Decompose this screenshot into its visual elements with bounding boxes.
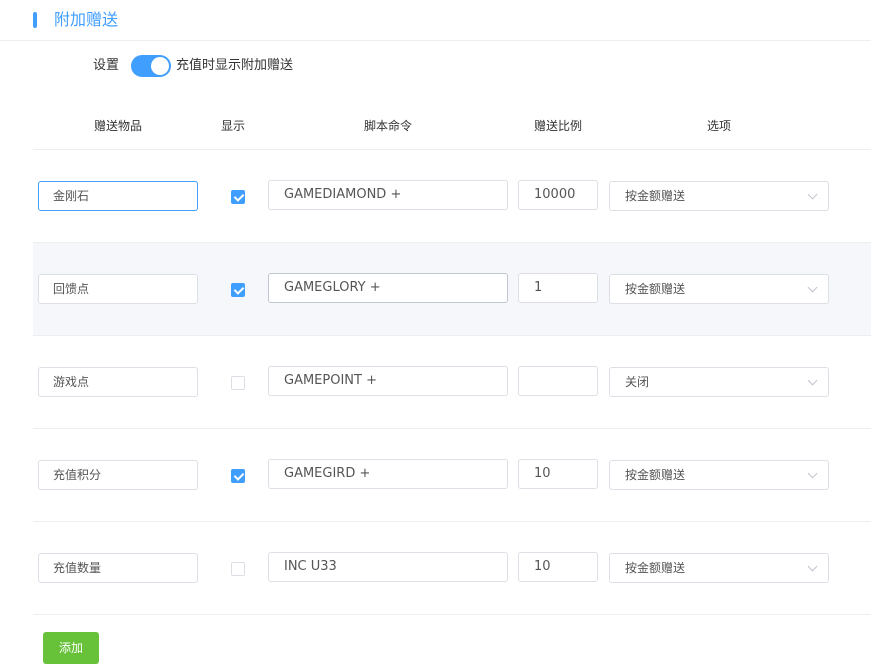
option-select[interactable]: 按金额赠送 [609, 181, 829, 211]
show-checkbox[interactable] [231, 469, 245, 483]
command-input[interactable]: GAMEGLORY + [268, 273, 508, 303]
show-checkbox[interactable] [231, 190, 245, 204]
option-select-value: 按金额赠送 [625, 282, 686, 296]
column-header-option: 选项 [706, 119, 731, 133]
column-header-command: 脚本命令 [363, 119, 412, 133]
chevron-down-icon [807, 561, 818, 572]
ratio-input[interactable]: 10000 [518, 180, 598, 210]
table-row: 游戏点 GAMEPOINT + 关闭 [33, 336, 871, 429]
option-select-value: 按金额赠送 [625, 561, 686, 575]
table-row: 充值数量 INC U33 10 按金额赠送 [33, 522, 871, 615]
command-input[interactable]: GAMEDIAMOND + [268, 180, 508, 210]
option-select[interactable]: 关闭 [609, 367, 829, 397]
item-name-input[interactable]: 充值积分 [38, 460, 198, 490]
item-name-input[interactable]: 充值数量 [38, 553, 198, 583]
option-select-value: 按金额赠送 [625, 468, 686, 482]
command-input[interactable]: GAMEPOINT + [268, 366, 508, 396]
chevron-down-icon [807, 375, 818, 386]
chevron-down-icon [807, 282, 818, 293]
toggle-knob [151, 57, 170, 75]
item-name-input[interactable]: 金刚石 [38, 181, 198, 211]
show-checkbox[interactable] [231, 376, 245, 390]
setting-row: 设置 充值时显示附加赠送 [93, 54, 293, 78]
section-title: 附加赠送 [54, 10, 119, 29]
section-header: 附加赠送 [0, 0, 871, 41]
option-select[interactable]: 按金额赠送 [609, 553, 829, 583]
chevron-down-icon [807, 189, 818, 200]
section-accent-bar [33, 12, 37, 28]
option-select[interactable]: 按金额赠送 [609, 274, 829, 304]
command-input[interactable]: GAMEGIRD + [268, 459, 508, 489]
toggle-text: 充值时显示附加赠送 [176, 58, 294, 73]
ratio-input[interactable]: 1 [518, 273, 598, 303]
ratio-input[interactable]: 10 [518, 552, 598, 582]
show-checkbox[interactable] [231, 562, 245, 576]
table-row: 金刚石 GAMEDIAMOND + 10000 按金额赠送 [33, 150, 871, 243]
command-input[interactable]: INC U33 [268, 552, 508, 582]
ratio-input[interactable]: 10 [518, 459, 598, 489]
item-name-input[interactable]: 游戏点 [38, 367, 198, 397]
ratio-input[interactable] [518, 366, 598, 396]
setting-label: 设置 [93, 58, 120, 73]
show-checkbox[interactable] [231, 283, 245, 297]
option-select[interactable]: 按金额赠送 [609, 460, 829, 490]
column-header-item: 赠送物品 [93, 119, 142, 133]
column-header-show: 显示 [220, 119, 245, 133]
table-row: 充值积分 GAMEGIRD + 10 按金额赠送 [33, 429, 871, 522]
show-bonus-toggle[interactable] [131, 55, 172, 77]
column-header-ratio: 赠送比例 [533, 119, 582, 133]
table-row: 回馈点 GAMEGLORY + 1 按金额赠送 [33, 243, 871, 336]
option-select-value: 按金额赠送 [625, 189, 686, 203]
add-row-button[interactable]: 添加 [43, 632, 99, 664]
item-name-input[interactable]: 回馈点 [38, 274, 198, 304]
chevron-down-icon [807, 468, 818, 479]
option-select-value: 关闭 [625, 375, 650, 389]
